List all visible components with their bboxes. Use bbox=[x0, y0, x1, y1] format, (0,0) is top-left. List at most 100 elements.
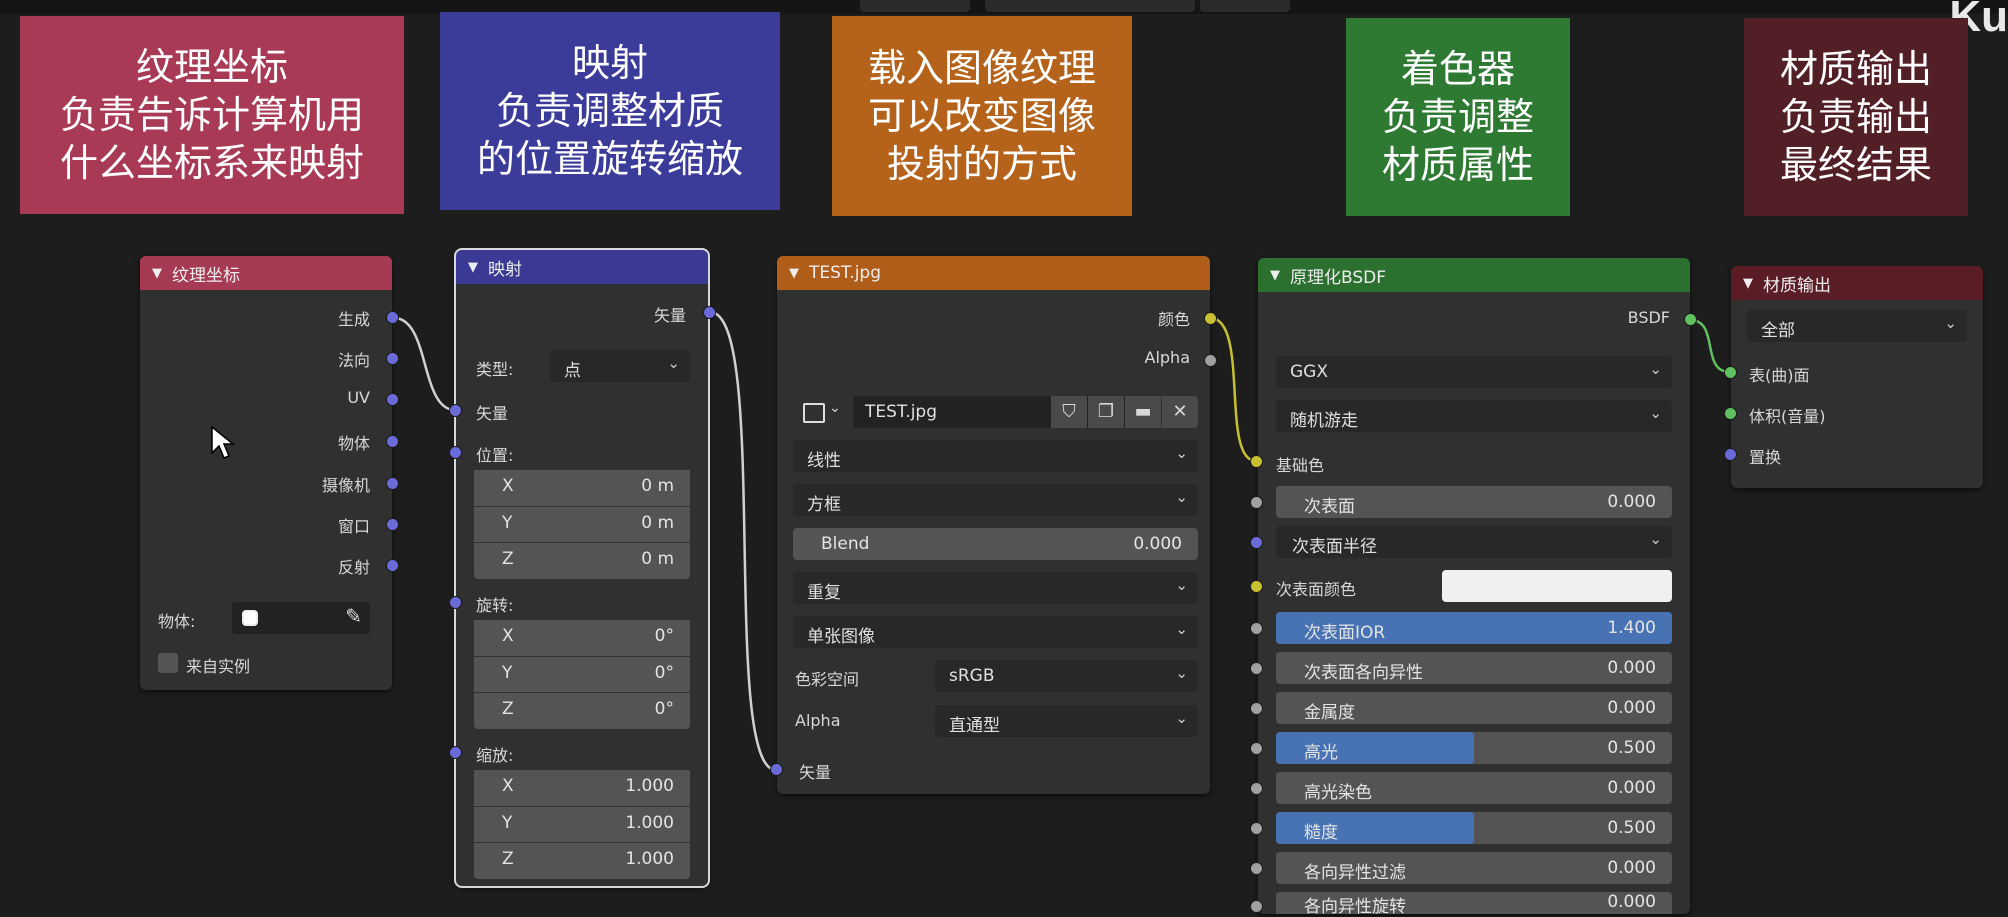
node-principled-bsdf[interactable]: ▼ 原理化BSDF BSDF GGX ⌄ 随机游走 ⌄ 基础色 次表面 0.000 次… bbox=[1258, 258, 1690, 917]
location-x[interactable]: X0 m bbox=[474, 470, 690, 506]
socket-generated[interactable] bbox=[386, 311, 399, 324]
source-dropdown[interactable]: 单张图像 ⌄ bbox=[793, 616, 1198, 648]
projection-dropdown[interactable]: 方框 ⌄ bbox=[793, 484, 1198, 516]
socket-subsurface-ior[interactable] bbox=[1250, 622, 1263, 635]
socket-reflection[interactable] bbox=[386, 559, 399, 572]
output-normal: 法向 bbox=[337, 351, 370, 370]
socket-uv[interactable] bbox=[386, 393, 399, 406]
rotation-y[interactable]: Y 0° bbox=[474, 657, 690, 692]
node-header[interactable]: ▼ 映射 bbox=[456, 250, 708, 284]
socket-surface[interactable] bbox=[1724, 366, 1737, 379]
socket-roughness[interactable] bbox=[1250, 822, 1263, 835]
node-material-output[interactable]: ▼ 材质输出 全部 ⌄ 表(曲)面 体积(音量) 置换 bbox=[1731, 266, 1983, 488]
interpolation-value: 线性 bbox=[807, 451, 841, 471]
scale-x[interactable]: X 1.000 bbox=[474, 770, 690, 806]
socket-subsurface-radius[interactable] bbox=[1250, 536, 1263, 549]
socket-specular-tint[interactable] bbox=[1250, 782, 1263, 795]
chevron-down-icon: ⌄ bbox=[1649, 530, 1662, 548]
subsurface-radius-dropdown[interactable]: 次表面半径 ⌄ bbox=[1276, 526, 1672, 558]
socket-window[interactable] bbox=[386, 518, 399, 531]
metallic-field[interactable]: 金属度 0.000 bbox=[1276, 692, 1672, 724]
distribution-dropdown[interactable]: GGX ⌄ bbox=[1276, 356, 1672, 388]
socket-metallic[interactable] bbox=[1250, 702, 1263, 715]
anisotropic-field[interactable]: 各向异性过滤 0.000 bbox=[1276, 852, 1672, 884]
subsurface-radius-label: 次表面半径 bbox=[1292, 537, 1377, 557]
socket-input-vector[interactable] bbox=[449, 404, 462, 417]
chevron-down-icon: ⌄ bbox=[1175, 620, 1188, 638]
collapse-chevron-icon[interactable]: ▼ bbox=[1270, 268, 1280, 283]
subsurface-ior-slider[interactable]: 次表面IOR 1.400 bbox=[1276, 612, 1672, 644]
socket-output-vector[interactable] bbox=[703, 306, 716, 319]
socket-output-alpha[interactable] bbox=[1204, 354, 1217, 367]
type-dropdown[interactable]: 点 ⌄ bbox=[550, 350, 690, 382]
socket-output-color[interactable] bbox=[1204, 312, 1217, 325]
collapse-chevron-icon[interactable]: ▼ bbox=[789, 266, 799, 281]
socket-subsurface[interactable] bbox=[1250, 496, 1263, 509]
link-color-to-basecolor bbox=[1209, 316, 1257, 463]
output-color: 颜色 bbox=[1157, 310, 1190, 329]
socket-object[interactable] bbox=[386, 435, 399, 448]
location-z[interactable]: Z0 m bbox=[474, 543, 690, 579]
socket-base-color[interactable] bbox=[1250, 455, 1263, 468]
socket-rotation[interactable] bbox=[449, 596, 462, 609]
collapse-chevron-icon[interactable]: ▼ bbox=[468, 260, 478, 275]
socket-subsurface-anisotropy[interactable] bbox=[1250, 662, 1263, 675]
alpha-mode-dropdown[interactable]: 直通型 ⌄ bbox=[935, 705, 1198, 737]
image-type-button[interactable]: ⌄ bbox=[801, 398, 847, 428]
rotation-x[interactable]: X 0° bbox=[474, 620, 690, 656]
socket-output-bsdf[interactable] bbox=[1684, 313, 1697, 326]
extension-dropdown[interactable]: 重复 ⌄ bbox=[793, 572, 1198, 604]
object-picker[interactable]: ✎ bbox=[232, 602, 370, 634]
subsurface-anisotropy-value: 0.000 bbox=[1607, 658, 1656, 678]
rotation-z[interactable]: Z 0° bbox=[474, 693, 690, 729]
socket-camera[interactable] bbox=[386, 477, 399, 490]
specular-tint-label: 高光染色 bbox=[1304, 783, 1372, 803]
open-folder-icon[interactable]: ▬ bbox=[1125, 396, 1161, 428]
socket-location[interactable] bbox=[449, 446, 462, 459]
duplicate-icon[interactable]: ❐ bbox=[1088, 396, 1124, 428]
subsurface-color-swatch[interactable] bbox=[1442, 570, 1672, 602]
specular-slider[interactable]: 高光 0.500 bbox=[1276, 732, 1672, 764]
socket-displacement[interactable] bbox=[1724, 448, 1737, 461]
blend-field[interactable]: Blend 0.000 bbox=[793, 528, 1198, 560]
anisotropic-rotation-field[interactable]: 各向异性旋转 0.000 bbox=[1276, 892, 1672, 917]
scale-y[interactable]: Y 1.000 bbox=[474, 807, 690, 842]
eyedropper-icon[interactable]: ✎ bbox=[345, 604, 362, 628]
specular-label: 高光 bbox=[1304, 743, 1338, 763]
collapse-chevron-icon[interactable]: ▼ bbox=[152, 266, 162, 281]
from-instancer-checkbox[interactable] bbox=[158, 653, 178, 673]
location-y[interactable]: Y0 m bbox=[474, 507, 690, 542]
scale-z[interactable]: Z 1.000 bbox=[474, 843, 690, 879]
node-title: TEST.jpg bbox=[809, 263, 881, 283]
socket-anisotropic-rotation[interactable] bbox=[1250, 900, 1263, 913]
interpolation-dropdown[interactable]: 线性 ⌄ bbox=[793, 440, 1198, 472]
location-label: 位置: bbox=[476, 446, 514, 465]
node-header[interactable]: ▼ 纹理坐标 bbox=[140, 256, 392, 290]
target-dropdown[interactable]: 全部 ⌄ bbox=[1747, 310, 1967, 342]
subsurface-method-dropdown[interactable]: 随机游走 ⌄ bbox=[1276, 400, 1672, 432]
scale-label: 缩放: bbox=[476, 746, 514, 765]
node-image-texture[interactable]: ▼ TEST.jpg 颜色 Alpha ⌄ TEST.jpg ⛉ ❐ ▬ ✕ 线… bbox=[777, 256, 1210, 794]
roughness-slider[interactable]: 糙度 0.500 bbox=[1276, 812, 1672, 844]
socket-specular[interactable] bbox=[1250, 742, 1263, 755]
node-texture-coordinate[interactable]: ▼ 纹理坐标 生成 法向 UV 物体 摄像机 窗口 反射 物体: ✎ 来自实例 bbox=[140, 256, 392, 690]
socket-volume[interactable] bbox=[1724, 407, 1737, 420]
projection-value: 方框 bbox=[807, 495, 841, 515]
link-bsdf-to-surface bbox=[1689, 318, 1731, 374]
node-header[interactable]: ▼ 材质输出 bbox=[1731, 266, 1983, 300]
subsurface-field[interactable]: 次表面 0.000 bbox=[1276, 486, 1672, 518]
node-header[interactable]: ▼ 原理化BSDF bbox=[1258, 258, 1690, 292]
unlink-close-icon[interactable]: ✕ bbox=[1162, 396, 1198, 428]
specular-tint-field[interactable]: 高光染色 0.000 bbox=[1276, 772, 1672, 804]
socket-input-vector[interactable] bbox=[770, 763, 783, 776]
subsurface-anisotropy-field[interactable]: 次表面各向异性 0.000 bbox=[1276, 652, 1672, 684]
collapse-chevron-icon[interactable]: ▼ bbox=[1743, 276, 1753, 291]
socket-normal[interactable] bbox=[386, 352, 399, 365]
colorspace-dropdown[interactable]: sRGB ⌄ bbox=[935, 660, 1198, 692]
fake-user-shield-icon[interactable]: ⛉ bbox=[1051, 396, 1087, 428]
socket-anisotropic[interactable] bbox=[1250, 862, 1263, 875]
node-header[interactable]: ▼ TEST.jpg bbox=[777, 256, 1210, 290]
socket-subsurface-color[interactable] bbox=[1250, 580, 1263, 593]
socket-scale[interactable] bbox=[449, 746, 462, 759]
node-mapping[interactable]: ▼ 映射 矢量 类型: 点 ⌄ 矢量 位置: X0 m Y0 m Z0 m 旋转… bbox=[454, 248, 710, 888]
